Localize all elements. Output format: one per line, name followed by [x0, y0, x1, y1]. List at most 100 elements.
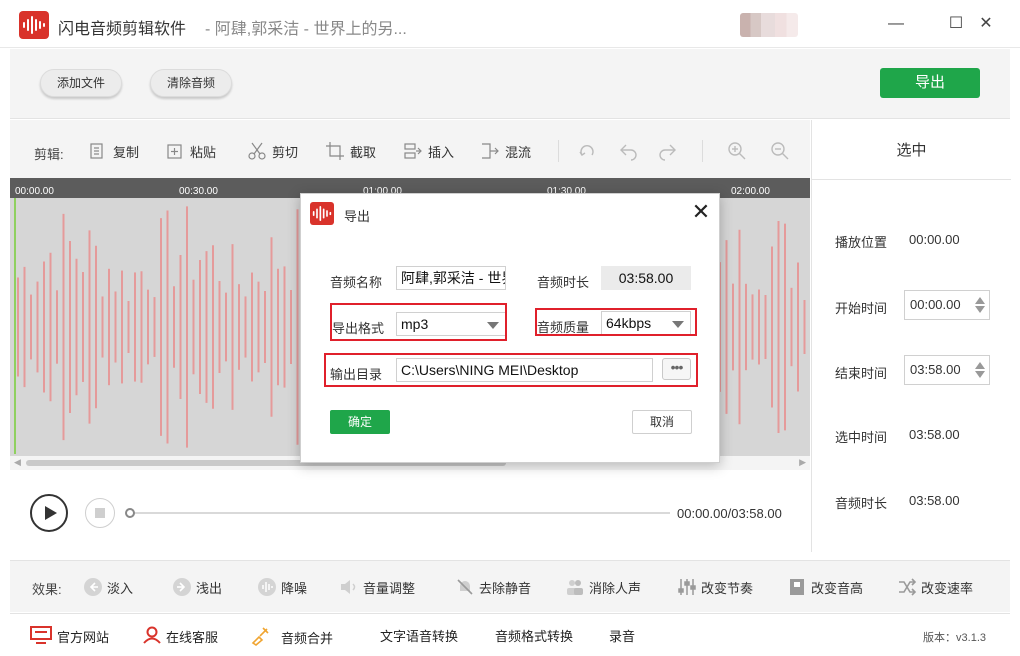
online-service-label: 在线客服 — [166, 630, 219, 645]
crop-label: 截取 — [350, 144, 377, 160]
tempo-icon — [677, 577, 697, 597]
insert-button[interactable]: 插入 — [403, 140, 454, 162]
end-time-stepper[interactable]: 03:58.00 — [904, 355, 990, 385]
user-avatar[interactable] — [740, 13, 798, 37]
add-file-button[interactable]: 添加文件 — [40, 69, 123, 97]
mute-icon — [455, 577, 475, 597]
remove-vocals-label: 消除人声 — [589, 580, 642, 596]
online-service-link[interactable]: 在线客服 — [143, 626, 218, 647]
copy-icon — [88, 141, 108, 161]
cut-label: 剪切 — [272, 144, 299, 160]
crop-button[interactable]: 截取 — [325, 140, 376, 162]
player-bar: 00:00.00/03:58.00 — [10, 470, 810, 552]
close-window-button[interactable]: ✕ — [975, 13, 997, 35]
remove-silence-button[interactable]: 去除静音 — [455, 577, 531, 597]
volume-adjust-button[interactable]: 音量调整 — [339, 577, 415, 597]
clear-audio-button[interactable]: 清除音频 — [150, 69, 233, 97]
crop-icon — [325, 141, 345, 161]
stop-button[interactable] — [85, 498, 115, 528]
zoom-out-button[interactable] — [770, 140, 790, 162]
cut-button[interactable]: 剪切 — [247, 140, 298, 162]
audio-duration-value: 03:58.00 — [601, 266, 691, 290]
audio-merge-link[interactable]: 音频合并 — [250, 626, 333, 649]
loop-button[interactable] — [577, 140, 597, 162]
zoom-in-button[interactable] — [727, 140, 747, 162]
redo-button[interactable] — [658, 140, 678, 162]
output-dir-field[interactable]: C:\Users\NING MEI\Desktop — [396, 358, 653, 382]
user-icon — [143, 626, 161, 647]
copy-label: 复制 — [113, 144, 140, 160]
change-tempo-button[interactable]: 改变节奏 — [677, 577, 753, 597]
zoom-out-icon — [770, 141, 790, 161]
version-label: 版本：v3.1.3 — [923, 632, 986, 644]
record-label: 录音 — [609, 629, 636, 644]
playhead-cursor[interactable] — [14, 198, 16, 454]
effects-label: 效果: — [32, 582, 62, 597]
shuffle-icon — [897, 577, 917, 597]
selection-panel: 选中 播放位置 00:00.00 开始时间 00:00.00 结束时间 03:5… — [811, 120, 1011, 552]
insert-label: 插入 — [428, 144, 455, 160]
remove-vocals-button[interactable]: 消除人声 — [565, 577, 641, 597]
chevron-down-icon — [672, 321, 684, 328]
text-to-speech-link[interactable]: 文字语音转换 — [380, 626, 458, 645]
paste-button[interactable]: 粘贴 — [165, 140, 216, 162]
output-dir-label: 输出目录 — [330, 367, 383, 382]
denoise-label: 降噪 — [281, 580, 308, 596]
loop-icon — [577, 141, 597, 161]
brush-icon — [250, 626, 270, 649]
confirm-button[interactable]: 确定 — [330, 410, 390, 434]
official-website-label: 官方网站 — [57, 630, 110, 645]
tick-label: 00:30.00 — [179, 186, 218, 197]
progress-slider[interactable] — [125, 508, 670, 518]
change-pitch-label: 改变音高 — [811, 580, 864, 596]
progress-knob[interactable] — [125, 508, 135, 518]
monitor-icon — [30, 626, 52, 647]
increment-icon[interactable] — [975, 362, 985, 369]
fade-out-label: 浅出 — [196, 580, 223, 596]
audio-merge-label: 音频合并 — [281, 631, 334, 646]
play-position-value: 00:00.00 — [909, 232, 960, 247]
scroll-right-icon[interactable]: ▶ — [799, 457, 806, 468]
undo-button[interactable] — [618, 140, 638, 162]
end-time-label: 结束时间 — [835, 366, 888, 381]
decrement-icon[interactable] — [975, 371, 985, 378]
main-toolbar: 添加文件 清除音频 导出 — [10, 49, 1010, 119]
denoise-button[interactable]: 降噪 — [257, 577, 307, 597]
record-link[interactable]: 录音 — [609, 626, 635, 645]
maximize-button[interactable]: ☐ — [945, 13, 967, 35]
official-website-link[interactable]: 官方网站 — [30, 626, 109, 647]
export-button[interactable]: 导出 — [880, 68, 980, 98]
copy-button[interactable]: 复制 — [88, 140, 139, 162]
scroll-left-icon[interactable]: ◀ — [14, 457, 21, 468]
audio-quality-select[interactable]: 64kbps — [601, 311, 691, 335]
volume-adjust-label: 音量调整 — [363, 580, 416, 596]
export-format-select[interactable]: mp3 — [396, 312, 506, 336]
change-speed-button[interactable]: 改变速率 — [897, 577, 973, 597]
minimize-button[interactable]: — — [885, 13, 907, 35]
cancel-button[interactable]: 取消 — [632, 410, 692, 434]
duration-label: 音频时长 — [835, 496, 888, 511]
mix-icon — [480, 141, 500, 161]
audio-name-field[interactable]: 阿肆,郭采洁 - 世界 — [396, 266, 506, 290]
mix-button[interactable]: 混流 — [480, 140, 531, 162]
end-time-value: 03:58.00 — [910, 362, 961, 377]
title-bar: 闪电音频剪辑软件 - 阿肆,郭采洁 - 世界上的另... — ☐ ✕ — [0, 0, 1020, 48]
dialog-close-icon[interactable]: ✕ — [690, 201, 712, 224]
time-readout: 00:00.00/03:58.00 — [677, 506, 782, 521]
start-time-stepper[interactable]: 00:00.00 — [904, 290, 990, 320]
change-pitch-button[interactable]: 改变音高 — [787, 577, 863, 597]
increment-icon[interactable] — [975, 297, 985, 304]
zoom-in-icon — [727, 141, 747, 161]
decrement-icon[interactable] — [975, 306, 985, 313]
denoise-icon — [257, 577, 277, 597]
insert-icon — [403, 141, 423, 161]
fade-out-button[interactable]: 浅出 — [172, 577, 222, 597]
fade-in-button[interactable]: 淡入 — [83, 577, 133, 597]
format-convert-label: 音频格式转换 — [495, 629, 574, 644]
paste-label: 粘贴 — [190, 144, 217, 160]
browse-folder-button[interactable]: ••• — [662, 358, 691, 380]
audio-quality-value: 64kbps — [606, 315, 652, 331]
play-button[interactable] — [30, 494, 68, 532]
format-convert-link[interactable]: 音频格式转换 — [495, 626, 573, 645]
fade-out-icon — [172, 577, 192, 597]
